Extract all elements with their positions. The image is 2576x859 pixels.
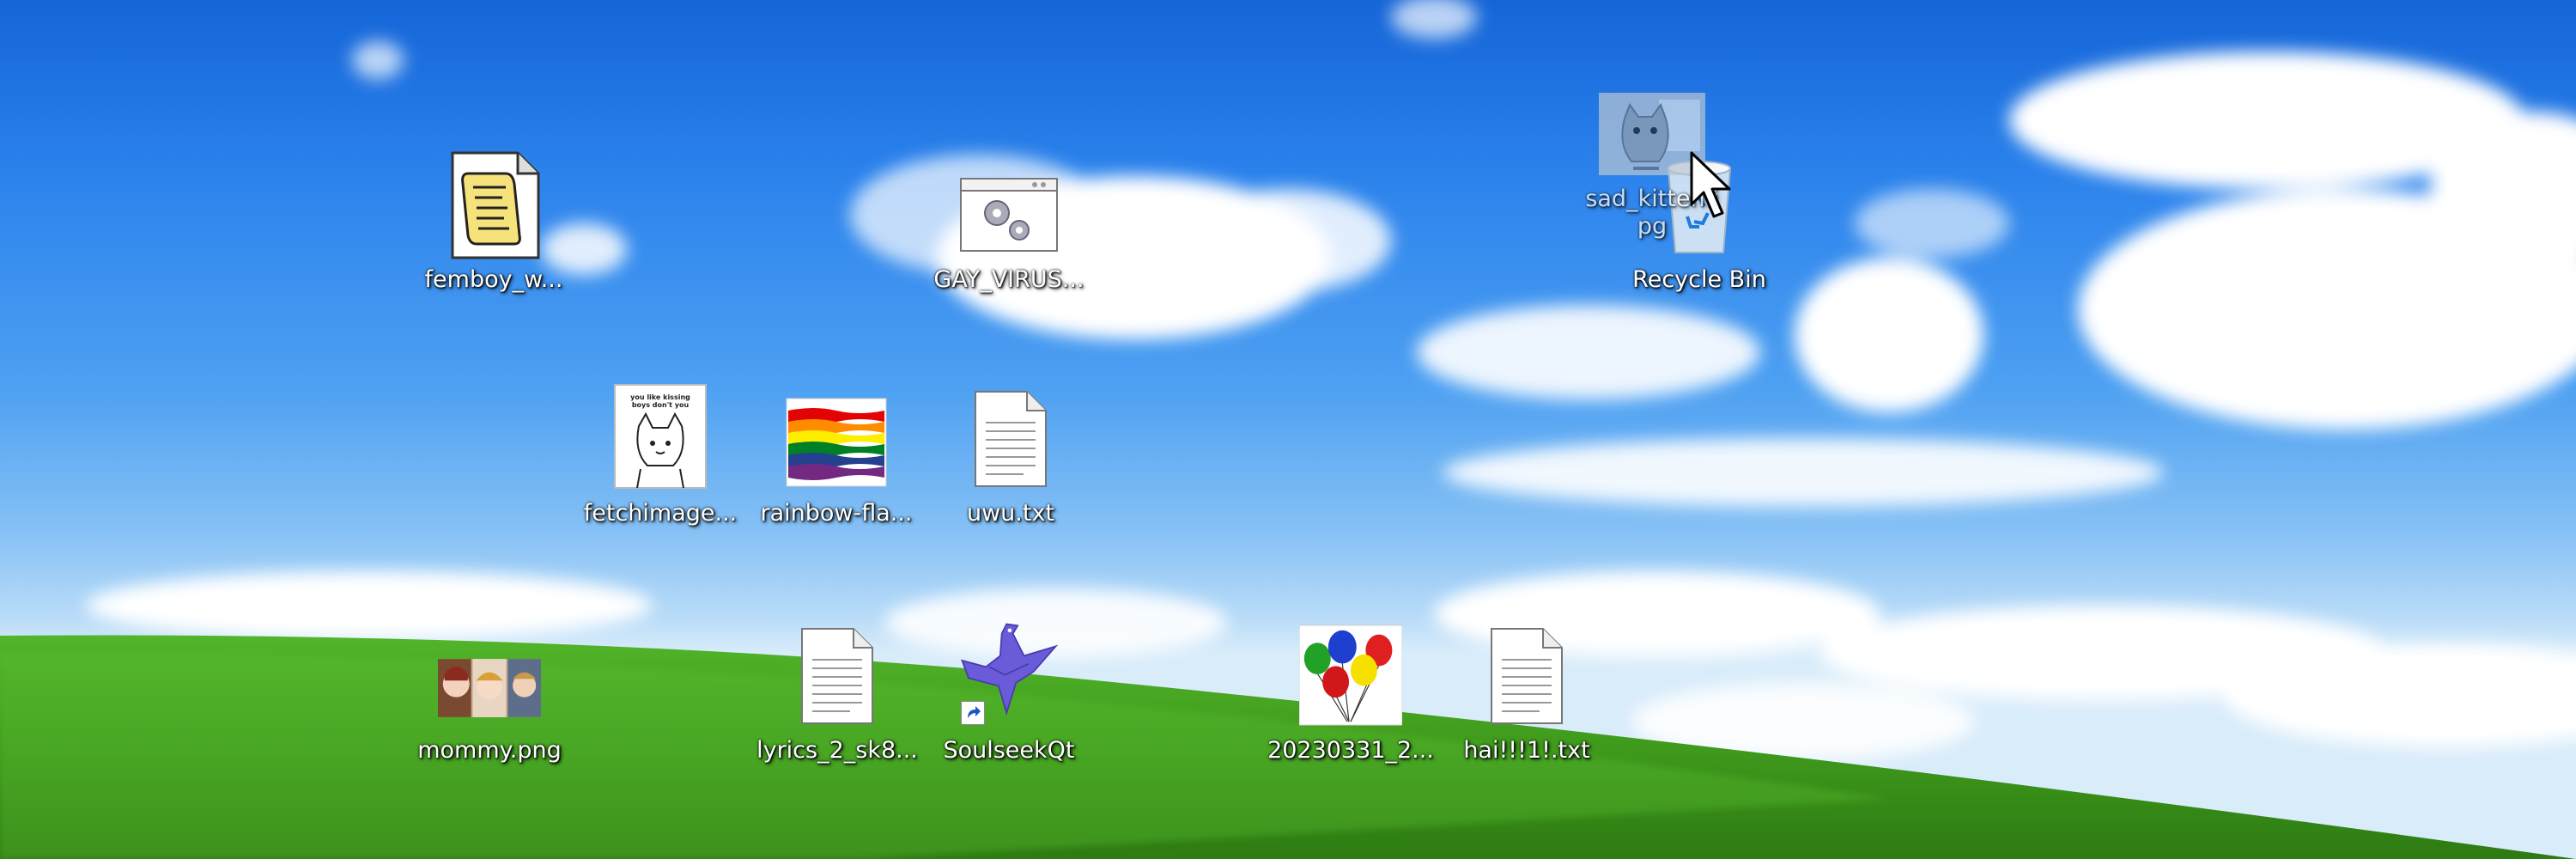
desktop-icon-hai-txt[interactable]: hai!!!1!.txt (1445, 624, 1608, 787)
rainbow-flag-icon (786, 398, 887, 487)
icon-label: femboy_w... (424, 266, 563, 293)
icon-label: 20230331_2... (1267, 737, 1434, 764)
icon-label: GAY_VIRUS... (933, 266, 1084, 293)
desktop-icon-femboy-script[interactable]: femboy_w... (412, 151, 575, 316)
text-file-icon (1491, 628, 1563, 724)
icon-label: rainbow-fla... (760, 500, 913, 527)
desktop-icon-lyrics-txt[interactable]: lyrics_2_sk8... (756, 624, 919, 787)
desktop-icon-soulseekqt[interactable]: SoulseekQt (927, 617, 1091, 780)
settings-app-icon (960, 178, 1058, 252)
desktop-icon-uwu-txt[interactable]: uwu.txt (929, 387, 1092, 550)
icon-label: Recycle Bin (1632, 266, 1766, 293)
desktop-icon-rainbow-flag[interactable]: rainbow-fla... (755, 387, 918, 550)
desktop[interactable]: femboy_w... GAY_VIRUS... you like kissin… (0, 0, 2576, 859)
text-file-icon (975, 391, 1047, 487)
desktop-icon-mommy-png[interactable]: mommy.png (408, 624, 571, 787)
desktop-icon-gay-virus[interactable]: GAY_VIRUS... (927, 153, 1091, 316)
icon-label: uwu.txt (966, 500, 1055, 527)
icon-label: lyrics_2_sk8... (756, 737, 918, 764)
icon-label: mommy.png (417, 737, 562, 764)
shortcut-arrow-icon (961, 701, 985, 725)
script-icon (451, 151, 540, 259)
desktop-icon-fetchimage[interactable]: you like kissing boys don't you fetchima… (579, 384, 742, 550)
icon-label: hai!!!1!.txt (1463, 737, 1590, 764)
text-file-icon (801, 628, 873, 724)
icon-label: SoulseekQt (943, 737, 1075, 764)
balloons-image-icon (1299, 624, 1402, 726)
mouse-pointer-icon (1690, 151, 1731, 218)
thumbnail-caption: you like kissing boys don't you (630, 393, 690, 409)
desktop-icon-balloons-image[interactable]: 20230331_2... (1267, 624, 1434, 787)
image-thumbnail-icon (438, 659, 541, 717)
icon-label: fetchimage... (583, 500, 738, 527)
